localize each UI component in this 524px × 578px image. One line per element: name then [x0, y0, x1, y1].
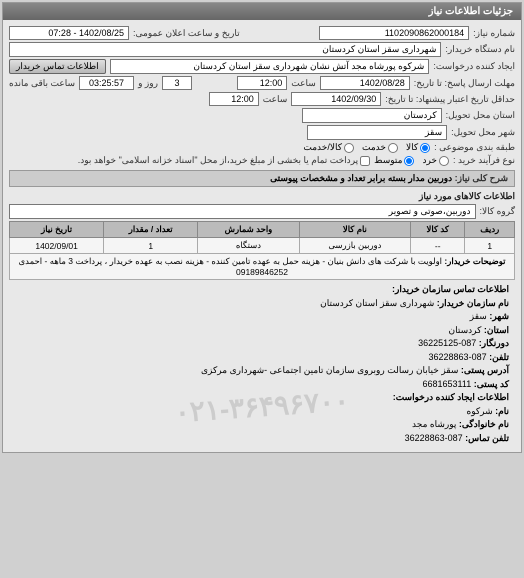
contact-province-label: استان:	[484, 325, 509, 335]
th-name: نام کالا	[299, 222, 410, 238]
request-no-value: 1102090862000184	[319, 26, 469, 40]
subject-radio-kala-input[interactable]	[420, 143, 430, 153]
requester-name-value: شرکوه پورشاه مجد آتش نشان شهرداری سقز اس…	[110, 59, 430, 74]
panel-body: شماره نیاز: 1102090862000184 تاریخ و ساع…	[3, 20, 521, 452]
process-radio-medium[interactable]: متوسط	[374, 155, 414, 166]
table-row: 1 -- دوربین بازرسی دستگاه 1 1402/09/01	[10, 238, 515, 254]
province-value: کردستان	[302, 108, 442, 123]
contact-post: 6681653111	[423, 379, 472, 389]
subject-radio-both-label: کالا/خدمت	[303, 142, 342, 153]
items-table: ردیف کد کالا نام کالا واحد شمارش تعداد /…	[9, 221, 515, 280]
subject-radio-kala-label: کالا	[406, 142, 418, 153]
contact-fax: 087-36225125	[418, 338, 476, 348]
subject-class-radios: کالا خدمت کالا/خدمت	[303, 142, 430, 153]
contact-block: اطلاعات تماس سازمان خریدار: نام سازمان خ…	[9, 280, 515, 448]
validity-date-value: 1402/09/30	[291, 92, 381, 106]
requester-tel: 087-36228863	[405, 433, 463, 443]
td-code: --	[410, 238, 464, 254]
td-unit: دستگاه	[198, 238, 300, 254]
announce-dt-value: 1402/08/25 - 07:28	[9, 26, 129, 40]
buyer-desc-label: توضیحات خریدار:	[444, 256, 505, 266]
contact-province: کردستان	[449, 325, 482, 335]
contact-fax-label: دورنگار:	[479, 338, 509, 348]
requester-tel-label: تلفن تماس:	[465, 433, 509, 443]
subject-radio-service[interactable]: خدمت	[362, 142, 398, 153]
contact-title: اطلاعات تماس سازمان خریدار:	[392, 284, 509, 294]
contact-info-button[interactable]: اطلاعات تماس خریدار	[9, 59, 106, 74]
th-code: کد کالا	[410, 222, 464, 238]
requester-name-label: ایجاد کننده درخواست:	[433, 61, 515, 72]
contact-org: شهرداری سقز استان کردستان	[320, 298, 434, 308]
city-value: سقز	[307, 125, 447, 140]
announce-dt-label: تاریخ و ساعت اعلان عمومی:	[133, 28, 240, 39]
need-title-legend: شرح کلی نیاز: دوربین مدار بسته برابر تعد…	[9, 170, 515, 187]
items-section-title: اطلاعات کالاهای مورد نیاز	[9, 191, 515, 202]
subject-radio-kala[interactable]: کالا	[406, 142, 430, 153]
days-remain-label: روز و	[138, 78, 158, 89]
buyer-name-value: شهرداری سقز استان کردستان	[9, 42, 441, 57]
process-type-radios: خرد متوسط	[374, 155, 449, 166]
details-panel: جزئیات اطلاعات نیاز شماره نیاز: 11020908…	[2, 2, 522, 453]
buyer-desc-value: اولویت با شرکت های دانش بنیان - هزینه حم…	[19, 256, 443, 277]
item-group-value: دوربین،صوتی و تصویر	[9, 204, 476, 219]
process-type-label: نوع فرآیند خرید :	[453, 155, 515, 166]
subject-radio-both-input[interactable]	[344, 143, 354, 153]
item-group-label: گروه کالا:	[480, 206, 515, 217]
process-note-check[interactable]: پرداخت تمام یا بخشی از مبلغ خرید،از محل …	[78, 155, 370, 166]
requester-family: پورشاه مجد	[412, 419, 456, 429]
response-hour-value: 12:00	[237, 76, 287, 90]
request-no-label: شماره نیاز:	[473, 28, 515, 39]
th-unit: واحد شمارش	[198, 222, 300, 238]
validity-hour-value: 12:00	[209, 92, 259, 106]
subject-radio-service-label: خدمت	[362, 142, 386, 153]
process-radio-small[interactable]: خرد	[422, 155, 449, 166]
buyer-name-label: نام دستگاه خریدار:	[445, 44, 515, 55]
response-deadline-label: مهلت ارسال پاسخ: تا تاریخ:	[414, 78, 515, 89]
contact-addr-label: آدرس پستی:	[461, 365, 509, 375]
time-remain-value: 03:25:57	[79, 76, 134, 90]
city-label: شهر محل تحویل:	[451, 127, 515, 138]
td-date: 1402/09/01	[10, 238, 104, 254]
contact-city-label: شهر:	[489, 311, 509, 321]
subject-radio-both[interactable]: کالا/خدمت	[303, 142, 354, 153]
process-radio-small-label: خرد	[422, 155, 437, 166]
subject-radio-service-input[interactable]	[388, 143, 398, 153]
subject-class-label: طبقه بندی موضوعی :	[434, 142, 515, 153]
days-remain-value: 3	[162, 76, 192, 90]
need-title-value: دوربین مدار بسته برابر تعداد و مشخصات پی…	[270, 173, 452, 183]
td-qty: 1	[104, 238, 198, 254]
validity-label: حداقل تاریخ اعتبار پیشنهاد: تا تاریخ:	[385, 94, 515, 105]
requester-name: شرکوه	[467, 406, 493, 416]
process-radio-medium-input[interactable]	[404, 156, 414, 166]
process-note-checkbox[interactable]	[360, 156, 370, 166]
contact-tel-label: تلفن:	[489, 352, 509, 362]
contact-tel: 087-36228863	[429, 352, 487, 362]
province-label: استان محل تحویل:	[446, 110, 515, 121]
hour-label-2: ساعت	[263, 94, 288, 105]
td-row: 1	[465, 238, 515, 254]
process-radio-small-input[interactable]	[439, 156, 449, 166]
contact-post-label: کد پستی:	[474, 379, 509, 389]
hour-label-1: ساعت	[291, 78, 316, 89]
time-remain-label: ساعت باقی مانده	[9, 78, 75, 89]
contact-org-label: نام سازمان خریدار:	[437, 298, 509, 308]
th-date: تاریخ نیاز	[10, 222, 104, 238]
td-name: دوربین بازرسی	[299, 238, 410, 254]
requester-contact-title: اطلاعات ایجاد کننده درخواست:	[393, 392, 509, 402]
requester-family-label: نام خانوادگی:	[459, 419, 509, 429]
th-row: ردیف	[465, 222, 515, 238]
response-date-value: 1402/08/28	[320, 76, 410, 90]
th-qty: تعداد / مقدار	[104, 222, 198, 238]
table-header-row: ردیف کد کالا نام کالا واحد شمارش تعداد /…	[10, 222, 515, 238]
contact-addr: سقز خیابان رسالت روبروی سازمان تامین اجت…	[201, 365, 458, 375]
process-note-text: پرداخت تمام یا بخشی از مبلغ خرید،از محل …	[78, 155, 358, 166]
table-desc-row: توضیحات خریدار: اولویت با شرکت های دانش …	[10, 254, 515, 280]
panel-title: جزئیات اطلاعات نیاز	[3, 3, 521, 20]
requester-name-label2: نام:	[495, 406, 509, 416]
contact-city: سقز	[470, 311, 487, 321]
process-radio-medium-label: متوسط	[374, 155, 402, 166]
need-title-label: شرح کلی نیاز:	[455, 173, 508, 183]
